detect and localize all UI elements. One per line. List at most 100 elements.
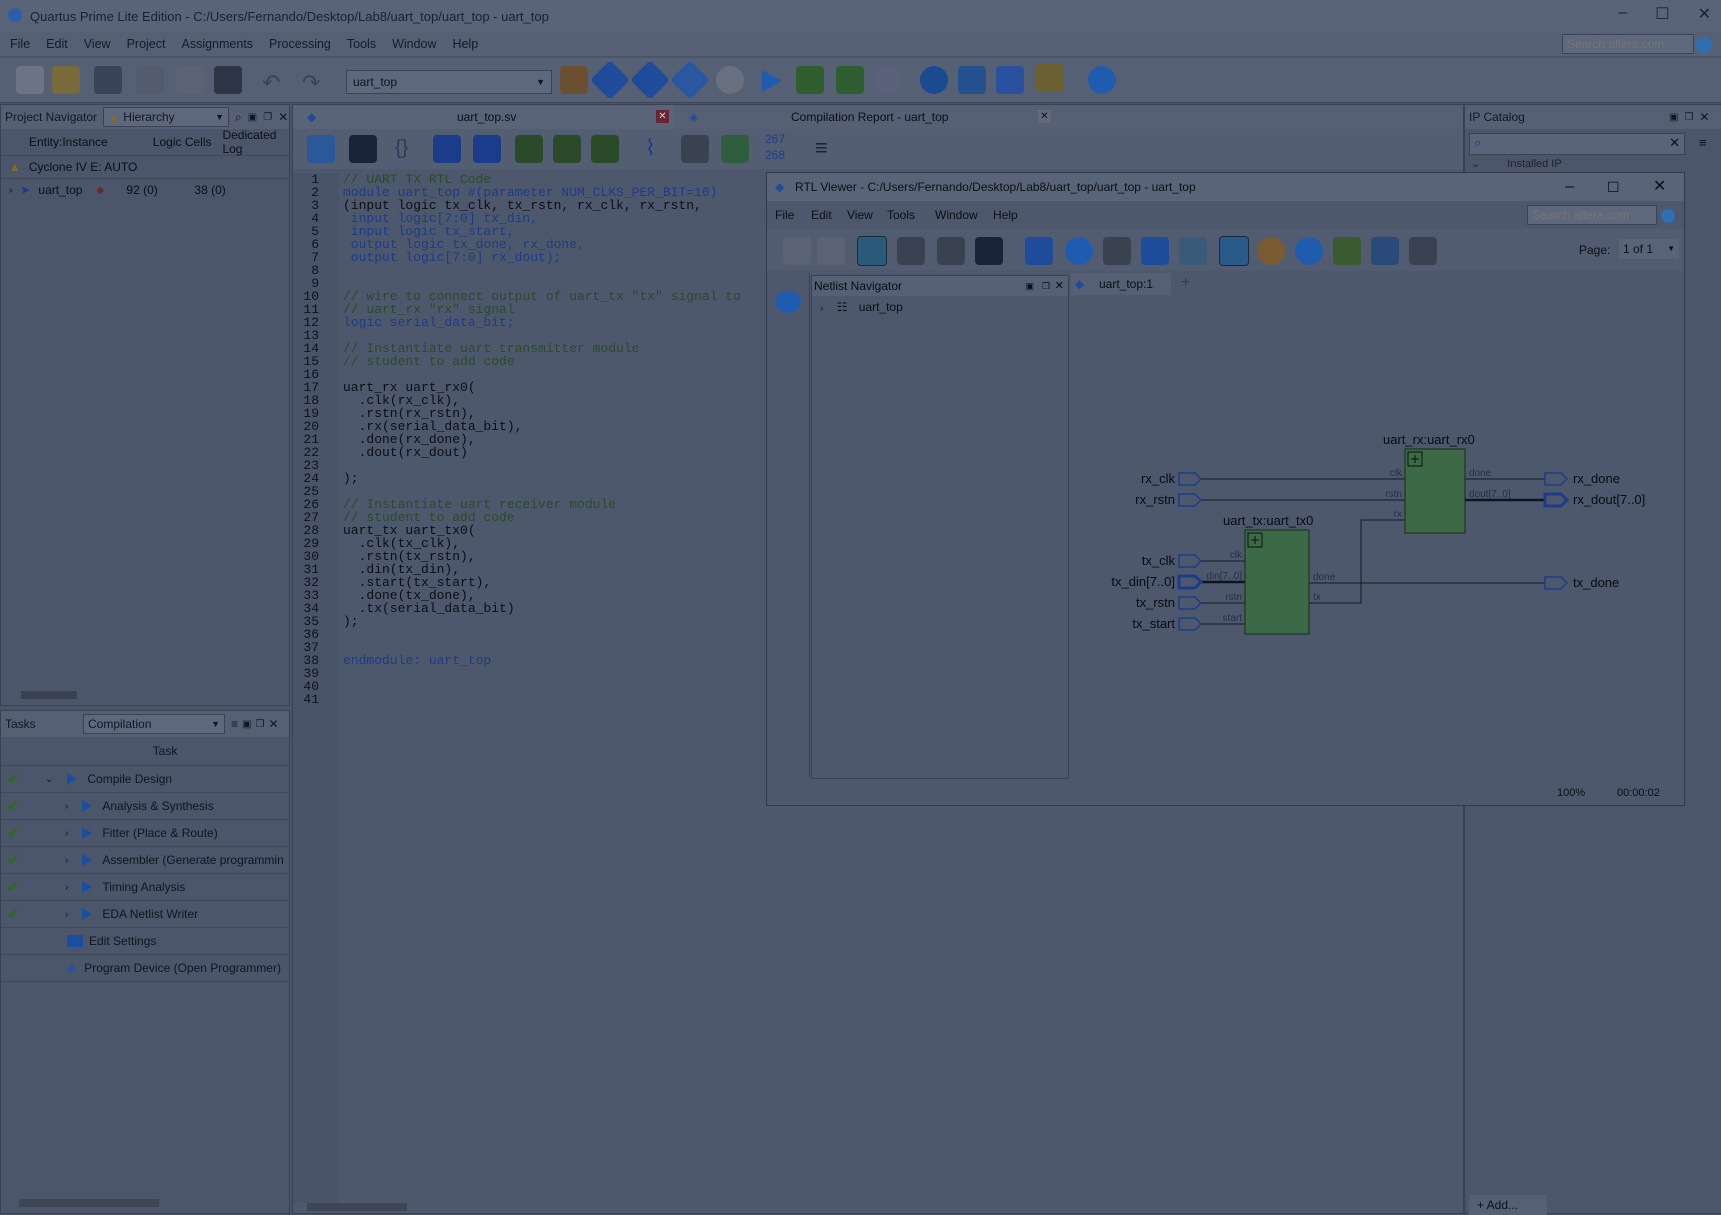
pin-planner-icon[interactable] bbox=[874, 66, 902, 94]
add-tab-icon[interactable]: + bbox=[1181, 274, 1190, 292]
bird-icon[interactable] bbox=[1333, 237, 1361, 265]
device-row[interactable]: ▲ Cyclone IV E: AUTO bbox=[1, 156, 289, 178]
clear-icon[interactable]: ✕ bbox=[1669, 135, 1680, 151]
template-icon[interactable] bbox=[681, 135, 709, 163]
float-icon[interactable]: ❐ bbox=[263, 112, 272, 123]
code-line[interactable]: 15// student to add code bbox=[293, 355, 763, 368]
prev-bookmark-icon[interactable] bbox=[591, 135, 619, 163]
flow-select[interactable]: Compilation ▼ bbox=[83, 714, 225, 734]
pin-icon[interactable]: ▣ bbox=[242, 719, 251, 730]
close-panel-icon[interactable]: ✕ bbox=[278, 110, 288, 124]
tab-uart-top-1[interactable]: ◆ uart_top:1 bbox=[1071, 273, 1171, 295]
pin-icon[interactable]: ▣ bbox=[1025, 276, 1034, 296]
play-icon[interactable] bbox=[82, 800, 93, 812]
start-compilation-icon[interactable] bbox=[762, 70, 782, 92]
expand-icon[interactable]: › bbox=[65, 882, 68, 893]
rtl-menu-edit[interactable]: Edit bbox=[811, 203, 832, 227]
close-button[interactable]: ✕ bbox=[1653, 173, 1666, 201]
search-icon[interactable]: ⌕ bbox=[235, 110, 242, 125]
analysis-icon[interactable] bbox=[590, 60, 630, 100]
rtl-menu-help[interactable]: Help bbox=[993, 203, 1018, 227]
back-icon[interactable] bbox=[783, 237, 811, 265]
refresh-icon[interactable] bbox=[857, 236, 887, 266]
code-line[interactable]: 35); bbox=[293, 615, 763, 628]
schematic-canvas[interactable]: uart_rx:uart_rx0 uart_tx:uart_tx0 rx_clk… bbox=[1069, 297, 1682, 773]
help-bubble-icon[interactable] bbox=[775, 291, 801, 313]
task-timing-analysis[interactable]: ✔ › Timing Analysis bbox=[1, 874, 289, 901]
expand-icon[interactable]: › bbox=[65, 855, 68, 866]
expand-icon[interactable]: › bbox=[820, 303, 823, 314]
area-select-icon[interactable] bbox=[1179, 237, 1207, 265]
indent-icon[interactable] bbox=[433, 135, 461, 163]
page-select[interactable]: 1 of 1 ▼ bbox=[1619, 239, 1679, 259]
redo-icon[interactable]: ↷ bbox=[302, 70, 320, 96]
task-fitter[interactable]: ✔ › Fitter (Place & Route) bbox=[1, 820, 289, 847]
code-line[interactable]: 12 logic serial_data_bit; bbox=[293, 316, 763, 329]
code-line[interactable]: 34 .tx(serial_data_bit) bbox=[293, 602, 763, 615]
close-tab-icon[interactable]: ✕ bbox=[656, 110, 669, 123]
rtl-menu-window[interactable]: Window bbox=[935, 203, 978, 227]
table-row[interactable]: › ➤ uart_top ◆ 92 (0) 38 (0) bbox=[1, 178, 289, 201]
rtl-menu-file[interactable]: File bbox=[775, 203, 794, 227]
tab-compilation-report[interactable]: ◈ Compilation Report - uart_top ✕ bbox=[681, 105, 1057, 129]
add-ip-button[interactable]: + Add... bbox=[1469, 1195, 1547, 1215]
code-line[interactable]: 23 bbox=[293, 459, 763, 472]
code-line[interactable]: 41 bbox=[293, 693, 763, 706]
code-line[interactable]: 38 endmodule: uart_top bbox=[293, 654, 763, 667]
menu-project[interactable]: Project bbox=[127, 37, 166, 51]
menu-window[interactable]: Window bbox=[392, 37, 436, 51]
maximize-button[interactable]: ☐ bbox=[1607, 173, 1620, 201]
float-icon[interactable]: ❐ bbox=[1042, 276, 1050, 296]
programmer-icon[interactable] bbox=[996, 66, 1024, 94]
menu-lines-icon[interactable]: ≡ bbox=[1699, 135, 1707, 150]
close-panel-icon[interactable]: ✕ bbox=[1055, 276, 1064, 296]
task-edit-settings[interactable]: Edit Settings bbox=[1, 928, 289, 955]
list-icon[interactable]: ≡ bbox=[231, 717, 238, 731]
maximize-button[interactable]: ☐ bbox=[1655, 4, 1669, 24]
fitter-icon[interactable] bbox=[670, 60, 710, 100]
pin-icon[interactable]: ▣ bbox=[248, 112, 257, 123]
play-icon[interactable] bbox=[82, 827, 93, 839]
menu-edit[interactable]: Edit bbox=[46, 37, 68, 51]
column-entity[interactable]: Entity:Instance bbox=[1, 135, 141, 149]
elaboration-icon[interactable] bbox=[630, 60, 670, 100]
menu-view[interactable]: View bbox=[84, 37, 111, 51]
menu-tools[interactable]: Tools bbox=[347, 37, 376, 51]
globe-icon[interactable] bbox=[1696, 37, 1712, 53]
stop-icon[interactable] bbox=[716, 66, 744, 94]
hierarchy-select[interactable]: ▲ Hierarchy ▼ bbox=[103, 107, 230, 127]
rtl-menu-view[interactable]: View bbox=[847, 203, 873, 227]
task-assembler[interactable]: ✔ › Assembler (Generate programmin bbox=[1, 847, 289, 874]
code-line[interactable]: 39 bbox=[293, 667, 763, 680]
expand-icon[interactable]: ⌄ bbox=[45, 774, 53, 785]
open-file-icon[interactable] bbox=[52, 66, 80, 94]
task-program-device[interactable]: ◆ Program Device (Open Programmer) bbox=[1, 955, 289, 982]
attach-icon[interactable]: ⌇ bbox=[645, 135, 656, 161]
close-button[interactable]: ✕ bbox=[1698, 4, 1711, 24]
menu-help[interactable]: Help bbox=[453, 37, 479, 51]
outline-icon[interactable] bbox=[307, 135, 335, 163]
previous-icon[interactable] bbox=[897, 237, 925, 265]
menu-processing[interactable]: Processing bbox=[269, 37, 331, 51]
code-line[interactable]: 8 bbox=[293, 264, 763, 277]
help-bubble-icon[interactable] bbox=[1088, 66, 1116, 94]
pencil-icon[interactable] bbox=[560, 66, 588, 94]
ip-search-input[interactable]: ⌕ ✕ bbox=[1469, 133, 1685, 155]
hand-icon[interactable] bbox=[1141, 237, 1169, 265]
analysis-synthesis-icon[interactable] bbox=[796, 66, 824, 94]
task-analysis-synthesis[interactable]: ✔ › Analysis & Synthesis bbox=[1, 793, 289, 820]
rtl-menu-tools[interactable]: Tools bbox=[887, 203, 915, 227]
play-icon[interactable] bbox=[82, 854, 93, 866]
next-bookmark-icon[interactable] bbox=[553, 135, 581, 163]
globe-icon[interactable] bbox=[1661, 209, 1675, 223]
horizontal-scrollbar[interactable] bbox=[5, 689, 285, 701]
code-line[interactable]: 24); bbox=[293, 472, 763, 485]
fit-icon[interactable] bbox=[1103, 237, 1131, 265]
installed-ip-item[interactable]: ⌄ Installed IP bbox=[1471, 157, 1562, 170]
minimize-button[interactable]: – bbox=[1618, 4, 1627, 24]
cut-icon[interactable] bbox=[136, 66, 164, 94]
unindent-icon[interactable] bbox=[473, 135, 501, 163]
play-icon[interactable] bbox=[67, 773, 78, 785]
entity-select[interactable]: uart_top ▼ bbox=[346, 70, 552, 94]
expand-icon[interactable]: › bbox=[65, 801, 68, 812]
